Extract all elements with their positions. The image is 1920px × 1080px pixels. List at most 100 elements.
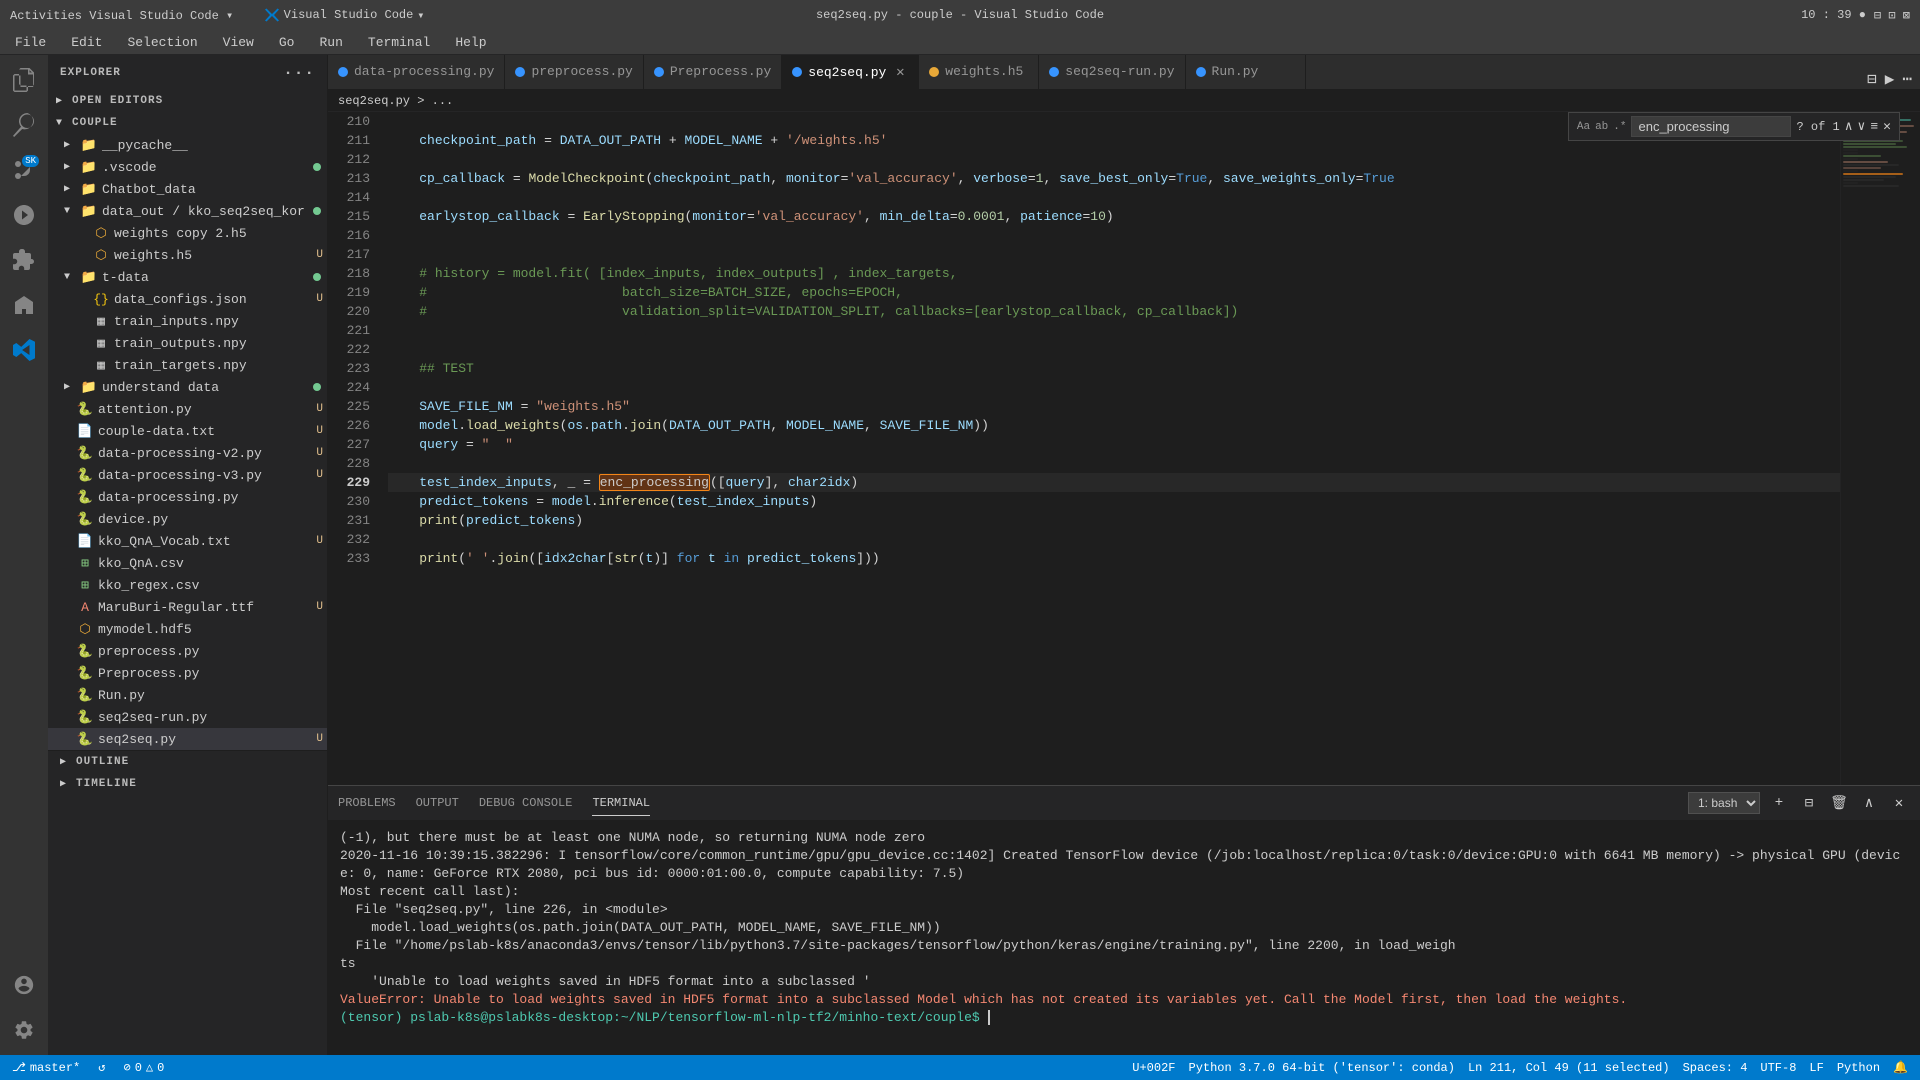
status-spaces[interactable]: Spaces: 4 [1679,1060,1752,1075]
folder-couple[interactable]: ▼ COUPLE [48,112,327,134]
chatbot-arrow: ▶ [64,183,80,195]
tree-run[interactable]: 🐍 Run.py [48,684,327,706]
find-input[interactable] [1631,116,1791,137]
tree-kko-regex[interactable]: ⊞ kko_regex.csv [48,574,327,596]
tree-vscode[interactable]: ▶ 📁 .vscode [48,156,327,178]
tree-pycache[interactable]: ▶ 📁 __pycache__ [48,134,327,156]
activity-git[interactable]: SK [4,150,44,190]
menu-view[interactable]: View [218,33,259,52]
tab-data-processing[interactable]: data-processing.py [328,55,505,89]
outline-header[interactable]: ▶ OUTLINE [48,751,327,773]
code-editor[interactable]: 210 211 212 213 214 215 216 217 218 219 … [328,112,1840,785]
tree-data-configs[interactable]: {} data_configs.json U [48,288,327,310]
tab-action-split[interactable]: ⊟ [1867,69,1877,89]
tree-t-data[interactable]: ▼ 📁 t-data [48,266,327,288]
tab-action-run[interactable]: ▶ [1885,69,1895,89]
terminal-area: PROBLEMS OUTPUT DEBUG CONSOLE TERMINAL 1… [328,785,1920,1055]
activity-extensions[interactable] [4,240,44,280]
tab-action-more[interactable]: ⋯ [1902,69,1912,89]
status-remote[interactable]: U+002F [1128,1060,1179,1075]
terminal-tab-terminal[interactable]: TERMINAL [592,791,650,816]
menu-terminal[interactable]: Terminal [363,33,435,52]
activity-search[interactable] [4,105,44,145]
activity-extra1[interactable] [4,285,44,325]
code-content[interactable]: checkpoint_path = DATA_OUT_PATH + MODEL_… [378,112,1840,785]
status-sync[interactable]: ↺ [94,1060,109,1075]
find-close[interactable]: ✕ [1883,119,1891,134]
tree-train-inputs[interactable]: ▦ train_inputs.npy [48,310,327,332]
activity-debug[interactable] [4,195,44,235]
vscode-menu[interactable]: Visual Studio Code ▾ [264,7,425,23]
code-line-233: print(' '.join([idx2char[str(t)] for t i… [388,549,1840,568]
status-ln-col[interactable]: Ln 211, Col 49 (11 selected) [1464,1060,1674,1075]
tree-preprocess-cap[interactable]: 🐍 Preprocess.py [48,662,327,684]
tree-dp-v2[interactable]: 🐍 data-processing-v2.py U [48,442,327,464]
status-encoding[interactable]: UTF-8 [1756,1060,1800,1075]
tree-kko-qna[interactable]: ⊞ kko_QnA.csv [48,552,327,574]
terminal-trash-button[interactable]: 🗑 [1828,792,1850,814]
tree-mymodel[interactable]: ⬡ mymodel.hdf5 [48,618,327,640]
status-errors[interactable]: ⊘ 0 △ 0 [119,1060,168,1075]
tree-seq2seq[interactable]: 🐍 seq2seq.py U [48,728,327,750]
menu-edit[interactable]: Edit [66,33,107,52]
tree-weights-copy[interactable]: ⬡ weights copy 2.h5 [48,222,327,244]
timeline-header[interactable]: ▶ TIMELINE [48,773,327,795]
activities-label[interactable]: Activities Visual Studio Code ▾ [10,8,233,23]
tab-preprocess-small[interactable]: preprocess.py [505,55,643,89]
tab-seq2seq[interactable]: seq2seq.py ✕ [782,55,919,89]
tree-attention[interactable]: 🐍 attention.py U [48,398,327,420]
tree-chatbot[interactable]: ▶ 📁 Chatbot_data [48,178,327,200]
terminal-split-button[interactable]: ⊟ [1798,792,1820,814]
tab-weights-h5[interactable]: weights.h5 [919,55,1039,89]
tree-dp[interactable]: 🐍 data-processing.py [48,486,327,508]
tree-couple-data[interactable]: 📄 couple-data.txt U [48,420,327,442]
terminal-add-button[interactable]: + [1768,792,1790,814]
status-line-ending[interactable]: LF [1805,1060,1827,1075]
tree-data-out[interactable]: ▼ 📁 data_out / kko_seq2seq_kor [48,200,327,222]
tab-seq2seq-close[interactable]: ✕ [892,64,908,80]
find-list[interactable]: ≡ [1870,119,1878,134]
tree-kko-vocab[interactable]: 📄 kko_QnA_Vocab.txt U [48,530,327,552]
time-display: 10 : 39 ● [1801,8,1866,22]
tab-seq2seq-run[interactable]: seq2seq-run.py [1039,55,1185,89]
find-down[interactable]: ∨ [1858,119,1866,134]
terminal-tab-output[interactable]: OUTPUT [416,791,459,815]
sidebar-dots[interactable]: ··· [283,64,315,82]
find-up[interactable]: ∧ [1845,119,1853,134]
tab-preprocess-big[interactable]: Preprocess.py [644,55,782,89]
menu-go[interactable]: Go [274,33,300,52]
terminal-tab-debug[interactable]: DEBUG CONSOLE [479,791,573,815]
terminal-maximize-button[interactable]: ∧ [1858,792,1880,814]
window-controls[interactable]: ⊟ ⊡ ⊠ [1874,8,1910,23]
term-line-5: model.load_weights(os.path.join(DATA_OUT… [340,919,1908,937]
tree-weights-h5[interactable]: ⬡ weights.h5 U [48,244,327,266]
menu-run[interactable]: Run [314,33,347,52]
breadcrumb-text: seq2seq.py > ... [338,94,453,108]
menu-selection[interactable]: Selection [122,33,202,52]
terminal-content[interactable]: (-1), but there must be at least one NUM… [328,821,1920,1055]
status-python[interactable]: Python 3.7.0 64-bit ('tensor': conda) [1185,1060,1459,1075]
status-branch[interactable]: ⎇ master* [8,1060,84,1075]
tab-run-py[interactable]: Run.py [1186,55,1306,89]
menu-help[interactable]: Help [450,33,491,52]
activity-account[interactable] [4,965,44,1005]
activity-vscode[interactable] [4,330,44,370]
tree-preprocess[interactable]: 🐍 preprocess.py [48,640,327,662]
terminal-close-button[interactable]: ✕ [1888,792,1910,814]
tree-train-outputs[interactable]: ▦ train_outputs.npy [48,332,327,354]
tree-device[interactable]: 🐍 device.py [48,508,327,530]
activity-explorer[interactable] [4,60,44,100]
tree-understand[interactable]: ▶ 📁 understand data [48,376,327,398]
tree-maru[interactable]: A MaruBuri-Regular.ttf U [48,596,327,618]
status-language[interactable]: Python [1833,1060,1884,1075]
code-line-215: earlystop_callback = EarlyStopping(monit… [388,207,1840,226]
status-notification[interactable]: 🔔 [1889,1060,1912,1075]
open-editors-header[interactable]: ▶ OPEN EDITORS [48,90,327,112]
terminal-tab-problems[interactable]: PROBLEMS [338,791,396,815]
menu-file[interactable]: File [10,33,51,52]
tree-seq2seq-run[interactable]: 🐍 seq2seq-run.py [48,706,327,728]
activity-settings[interactable] [4,1010,44,1050]
tree-train-targets[interactable]: ▦ train_targets.npy [48,354,327,376]
tree-dp-v3[interactable]: 🐍 data-processing-v3.py U [48,464,327,486]
terminal-shell-dropdown[interactable]: 1: bash [1688,792,1760,814]
